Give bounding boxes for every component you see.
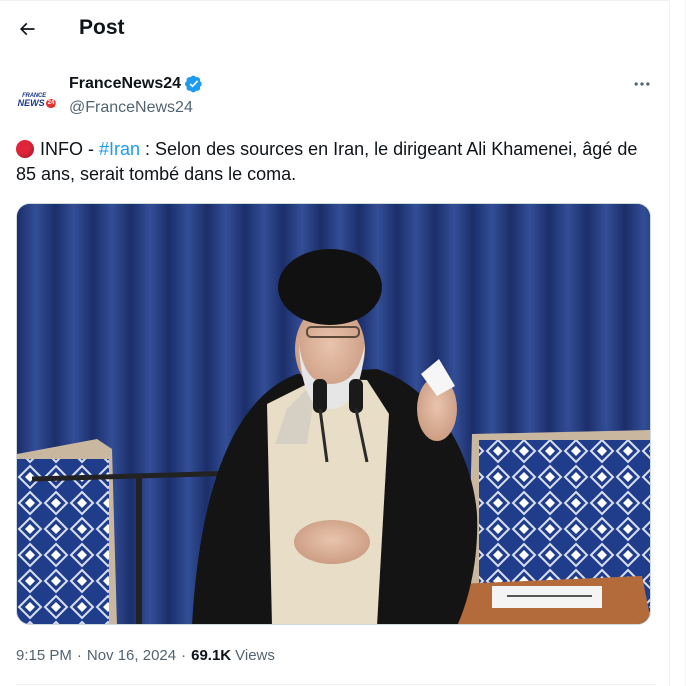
avatar[interactable]: FRANCE NEWS 24 bbox=[16, 80, 56, 120]
views-count[interactable]: 69.1K bbox=[191, 647, 231, 664]
author-name-text[interactable]: FranceNews24 bbox=[69, 75, 181, 93]
post-meta: 9:15 PM · Nov 16, 2024 · 69.1K Views bbox=[16, 647, 275, 664]
more-options-button[interactable] bbox=[630, 74, 654, 94]
author-handle[interactable]: @FranceNews24 bbox=[69, 99, 193, 117]
back-button[interactable] bbox=[12, 14, 42, 44]
post-page: Post FRANCE NEWS 24 FranceNews24 @France… bbox=[0, 0, 686, 686]
meta-separator: · bbox=[76, 647, 82, 664]
avatar-logo-badge: 24 bbox=[45, 98, 56, 108]
arrow-left-icon bbox=[19, 22, 35, 36]
post-time[interactable]: 9:15 PM bbox=[16, 647, 72, 664]
views-label: Views bbox=[235, 647, 275, 664]
verified-badge-icon bbox=[185, 75, 202, 93]
post-photo bbox=[17, 204, 650, 624]
post-image[interactable] bbox=[16, 203, 651, 625]
avatar-logo-news: NEWS bbox=[17, 97, 45, 108]
author-name[interactable]: FranceNews24 bbox=[69, 75, 203, 93]
red-circle-icon bbox=[16, 140, 34, 158]
post-text: INFO - #Iran : Selon des sources en Iran… bbox=[16, 137, 656, 187]
post-prefix: INFO - bbox=[40, 139, 99, 159]
hashtag-link[interactable]: #Iran bbox=[99, 139, 140, 159]
post-header: Post bbox=[0, 0, 670, 60]
more-horizontal-icon bbox=[634, 82, 650, 86]
page-title: Post bbox=[79, 16, 125, 39]
avatar-logo-line2: NEWS 24 bbox=[17, 97, 56, 108]
post-date[interactable]: Nov 16, 2024 bbox=[87, 647, 176, 664]
bottom-divider bbox=[16, 684, 656, 685]
column-divider bbox=[669, 0, 670, 686]
meta-separator-2: · bbox=[181, 647, 187, 664]
